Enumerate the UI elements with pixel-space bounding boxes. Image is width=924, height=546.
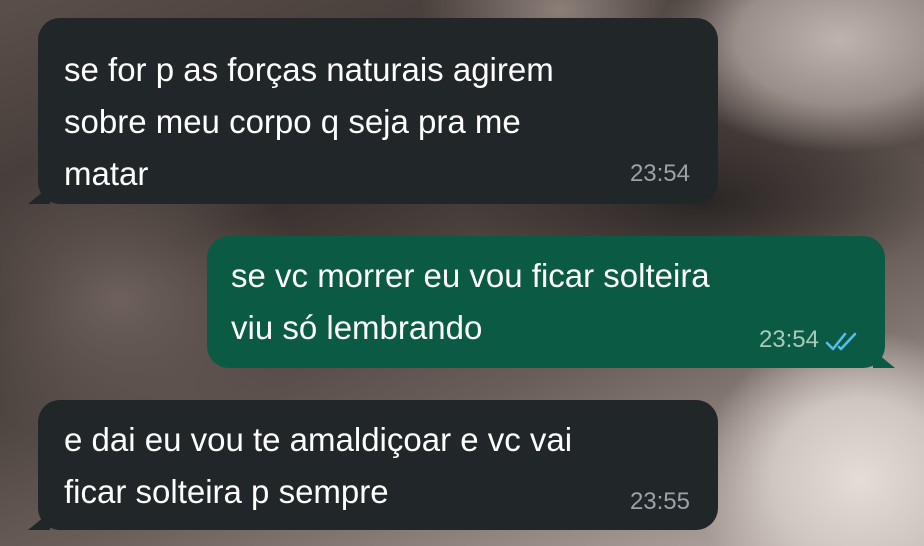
message-text: e dai eu vou te amaldiçoar e vc vai fica… xyxy=(64,421,573,510)
message-timestamp: 23:55 xyxy=(629,488,690,515)
bubble-tail xyxy=(873,350,895,368)
message-bubble-outgoing[interactable]: se vc morrer eu vou ficar solteira viu s… xyxy=(207,236,895,368)
message-text: se vc morrer eu vou ficar solteira viu s… xyxy=(231,257,710,346)
bubble-tail xyxy=(28,186,50,204)
message-bubble-incoming[interactable]: se for p as forças naturais agirem sobre… xyxy=(28,18,718,204)
message-timestamp: 23:54 xyxy=(758,326,819,353)
bubble-tail xyxy=(28,512,50,530)
chat-message-list[interactable]: se for p as forças naturais agirem sobre… xyxy=(0,0,924,546)
message-timestamp: 23:54 xyxy=(629,160,690,187)
message-text: se for p as forças naturais agirem sobre… xyxy=(64,51,554,192)
double-check-read-icon xyxy=(825,332,857,351)
message-bubble-incoming[interactable]: e dai eu vou te amaldiçoar e vc vai fica… xyxy=(28,400,718,530)
